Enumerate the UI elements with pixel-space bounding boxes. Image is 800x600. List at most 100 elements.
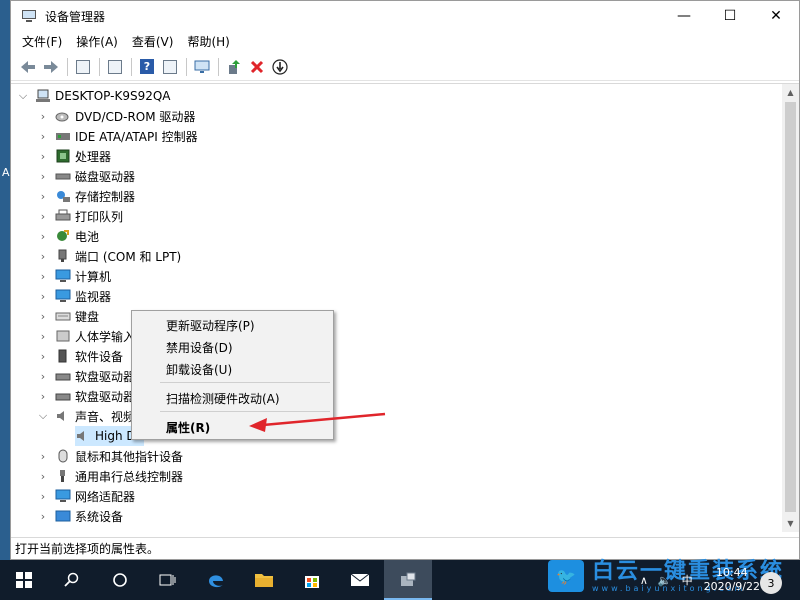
tree-item[interactable]: › 电池 (37, 226, 99, 246)
uninstall-device-menu-item[interactable]: 卸载设备(U) (166, 361, 232, 378)
show-hidden-icons[interactable]: ∧ (640, 574, 648, 587)
tree-item[interactable]: › IDE ATA/ATAPI 控制器 (37, 126, 198, 146)
chevron-right-icon[interactable]: › (37, 370, 49, 383)
chevron-right-icon[interactable]: › (37, 350, 49, 363)
chevron-right-icon[interactable]: › (37, 270, 49, 283)
menu-action[interactable]: 操作(A) (69, 31, 125, 53)
forward-button[interactable] (40, 56, 62, 78)
file-explorer-button[interactable] (240, 560, 288, 600)
tree-item[interactable]: › 计算机 (37, 266, 111, 286)
tree-item[interactable]: › 打印队列 (37, 206, 123, 226)
notification-center-button[interactable]: 3 (760, 572, 782, 594)
back-button[interactable] (17, 56, 39, 78)
tree-root[interactable]: ⌵ DESKTOP-K9S92QA (17, 86, 171, 106)
scroll-down-icon[interactable]: ▼ (782, 515, 799, 532)
start-button[interactable] (0, 560, 48, 600)
tree-item[interactable]: › 软盘驱动器 (37, 366, 135, 386)
tree-item-expanded[interactable]: ⌵ 声音、视频 (37, 406, 135, 426)
tree-item[interactable]: › 系统设备 (37, 506, 123, 526)
tree-item[interactable]: › 存储控制器 (37, 186, 135, 206)
chevron-down-icon[interactable]: ⌵ (37, 409, 49, 423)
vertical-scrollbar[interactable]: ▲ ▼ (782, 84, 799, 532)
search-button[interactable] (48, 560, 96, 600)
tree-item-label: 计算机 (75, 269, 112, 284)
menu-file[interactable]: 文件(F) (15, 31, 69, 53)
tree-item[interactable]: › 人体学输入 (37, 326, 135, 346)
ime-indicator[interactable]: 中 (682, 572, 693, 588)
edge-button[interactable] (192, 560, 240, 600)
tree-item[interactable]: › 软盘驱动器 (37, 386, 135, 406)
chevron-right-icon[interactable]: › (37, 170, 49, 183)
properties-menu-item[interactable]: 属性(R) (166, 419, 210, 436)
uninstall-button[interactable] (246, 56, 268, 78)
menu-help[interactable]: 帮助(H) (180, 31, 236, 53)
chevron-right-icon[interactable]: › (37, 230, 49, 243)
view-button[interactable] (159, 56, 181, 78)
close-button[interactable]: ✕ (753, 1, 799, 31)
chevron-right-icon[interactable]: › (37, 510, 49, 523)
scroll-thumb[interactable] (785, 102, 796, 512)
scroll-up-icon[interactable]: ▲ (782, 84, 799, 101)
tree-item-label: 电池 (75, 229, 100, 244)
properties-toolbar-button[interactable] (104, 56, 126, 78)
tree-item[interactable]: › 处理器 (37, 146, 111, 166)
tree-item[interactable]: › 键盘 (37, 306, 99, 326)
help-button[interactable]: ? (136, 56, 158, 78)
menu-bar: 文件(F) 操作(A) 查看(V) 帮助(H) (11, 31, 799, 53)
clock-date: 2020/9/22 (703, 580, 760, 593)
system-device-icon (55, 509, 71, 523)
red-annotation-arrow (249, 412, 386, 432)
software-device-icon (55, 349, 71, 363)
chevron-right-icon[interactable]: › (37, 490, 49, 503)
toolbar-separator (99, 57, 100, 76)
print-queue-icon (55, 209, 71, 223)
show-hide-tree-button[interactable] (72, 56, 94, 78)
store-button[interactable] (288, 560, 336, 600)
disable-device-menu-item[interactable]: 禁用设备(D) (166, 339, 233, 356)
chevron-right-icon[interactable]: › (37, 130, 49, 143)
clock[interactable]: 10:44 2020/9/22 (704, 566, 760, 594)
chevron-right-icon[interactable]: › (37, 390, 49, 403)
scan-hardware-button[interactable] (191, 56, 213, 78)
chevron-right-icon[interactable]: › (37, 110, 49, 123)
chevron-right-icon[interactable]: › (37, 290, 49, 303)
edge-icon (209, 575, 223, 588)
cortana-button[interactable] (96, 560, 144, 600)
chevron-right-icon[interactable]: › (37, 450, 49, 463)
maximize-button[interactable]: ☐ (707, 1, 753, 31)
mail-button[interactable] (336, 560, 384, 600)
tree-item[interactable]: › 磁盘驱动器 (37, 166, 135, 186)
update-driver-button[interactable] (223, 56, 245, 78)
tree-item[interactable]: › 端口 (COM 和 LPT) (37, 246, 181, 266)
chevron-right-icon[interactable]: › (37, 250, 49, 263)
tree-item[interactable]: › 鼠标和其他指针设备 (37, 446, 183, 466)
disable-button[interactable] (269, 56, 291, 78)
monitor-scan-icon (194, 60, 210, 73)
tree-item[interactable]: › DVD/CD-ROM 驱动器 (37, 106, 196, 126)
chevron-down-icon[interactable]: ⌵ (17, 89, 29, 103)
chevron-right-icon[interactable]: › (37, 470, 49, 483)
device-manager-taskbar-button[interactable] (384, 560, 432, 600)
mail-icon (350, 573, 370, 586)
tree-item-label: 存储控制器 (75, 189, 136, 204)
tree-item[interactable]: › 监视器 (37, 286, 111, 306)
tree-item[interactable]: › 软件设备 (37, 346, 123, 366)
tree-item[interactable]: › 网络适配器 (37, 486, 135, 506)
volume-icon[interactable]: 🔈 (658, 574, 672, 587)
toolbar: ? (11, 53, 799, 81)
device-manager-icon (401, 572, 416, 586)
chevron-right-icon[interactable]: › (37, 210, 49, 223)
scan-hardware-menu-item[interactable]: 扫描检测硬件改动(A) (166, 390, 280, 407)
chevron-right-icon[interactable]: › (37, 330, 49, 343)
device-manager-icon (21, 8, 37, 24)
minimize-button[interactable]: — (661, 1, 707, 31)
title-bar[interactable]: 设备管理器 — ☐ ✕ (11, 1, 799, 31)
folder-icon (255, 574, 273, 587)
chevron-right-icon[interactable]: › (37, 190, 49, 203)
chevron-right-icon[interactable]: › (37, 310, 49, 323)
update-driver-menu-item[interactable]: 更新驱动程序(P) (166, 317, 255, 334)
chevron-right-icon[interactable]: › (37, 150, 49, 163)
tree-item[interactable]: › 通用串行总线控制器 (37, 466, 183, 486)
menu-view[interactable]: 查看(V) (125, 31, 181, 53)
task-view-button[interactable] (144, 560, 192, 600)
